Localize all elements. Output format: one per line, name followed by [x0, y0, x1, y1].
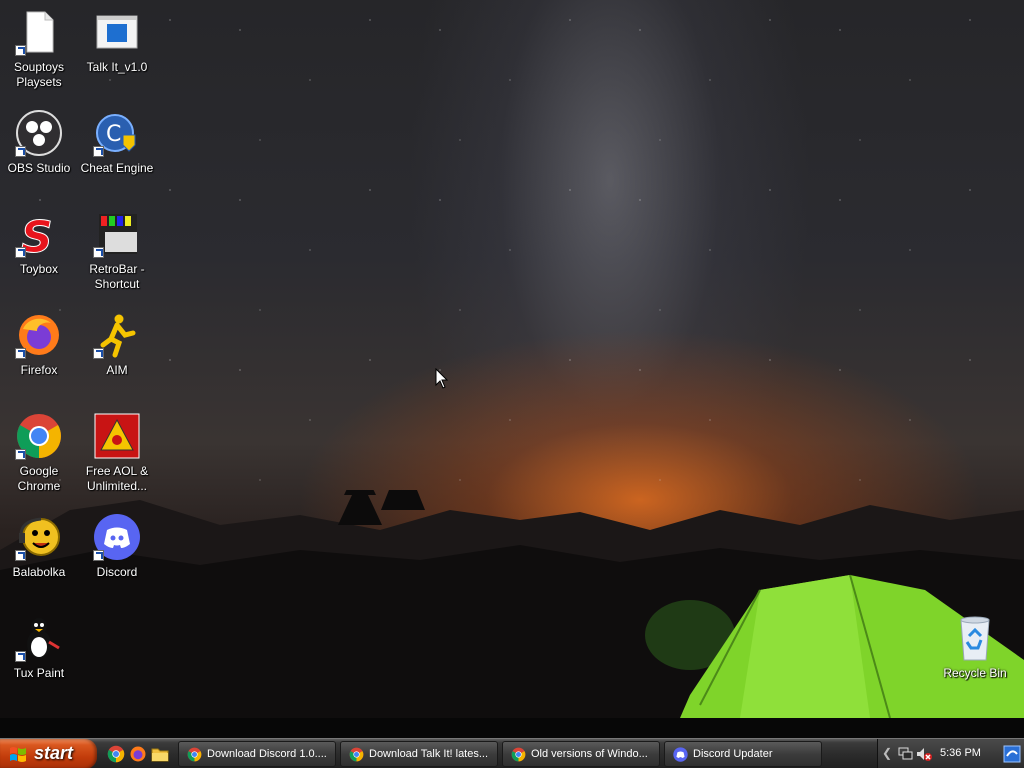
desktop-icon-label: Firefox: [20, 363, 58, 377]
action-center-icon[interactable]: [1003, 745, 1021, 763]
desktop-icon-free-aol[interactable]: Free AOL & Unlimited...: [78, 412, 156, 494]
shortcut-arrow-icon: [93, 247, 104, 258]
desktop-icon-label: Tux Paint: [13, 666, 65, 680]
desktop-icon-cheat-engine[interactable]: C Cheat Engine: [78, 109, 156, 176]
desktop-icon-label: RetroBar - Shortcut: [89, 262, 145, 291]
chrome-icon: [107, 745, 125, 763]
desktop-icon-label: Free AOL & Unlimited...: [85, 464, 149, 493]
shortcut-arrow-icon: [15, 651, 26, 662]
volume-muted-icon[interactable]: [916, 746, 932, 762]
windows-flag-icon: [10, 747, 26, 762]
aol-icon: [94, 413, 140, 459]
shortcut-arrow-icon: [15, 45, 26, 56]
shortcut-arrow-icon: [93, 146, 104, 157]
shortcut-arrow-icon: [15, 449, 26, 460]
shortcut-arrow-icon: [15, 146, 26, 157]
desktop-icon-label: Talk It_v1.0: [86, 60, 148, 74]
desktop-icon-balabolka[interactable]: Balabolka: [0, 513, 78, 580]
shortcut-arrow-icon: [15, 348, 26, 359]
svg-text:C: C: [106, 122, 121, 147]
quick-launch-chrome[interactable]: [107, 745, 125, 763]
window-app-icon: [96, 15, 138, 49]
chevron-left-icon[interactable]: ❮: [882, 746, 896, 760]
taskbar-button[interactable]: Discord Updater: [664, 741, 822, 767]
desktop-icon-label: Discord: [96, 565, 138, 579]
desktop-icon-obs-studio[interactable]: OBS Studio: [0, 109, 78, 176]
clock[interactable]: 5:36 PM: [940, 747, 981, 759]
start-button[interactable]: start: [0, 739, 97, 768]
taskbar-button-label: Download Talk It! lates...: [369, 748, 489, 760]
mouse-cursor-icon: [435, 368, 449, 389]
chrome-icon: [349, 747, 364, 762]
desktop-icon-souptoys[interactable]: Souptoys Playsets: [0, 8, 78, 90]
shortcut-arrow-icon: [93, 550, 104, 561]
firefox-icon: [130, 746, 146, 762]
desktop-icon-discord[interactable]: Discord: [78, 513, 156, 580]
desktop-icon-label: OBS Studio: [7, 161, 71, 175]
desktop-icon-toybox[interactable]: S Toybox: [0, 210, 78, 277]
system-tray: ❮ 5:36 PM: [877, 739, 1024, 768]
desktop-icon-label: Balabolka: [12, 565, 66, 579]
network-disconnected-icon[interactable]: [898, 746, 914, 762]
taskbar-button[interactable]: Download Discord 1.0....: [178, 741, 336, 767]
discord-icon: [673, 747, 688, 762]
desktop-icon-google-chrome[interactable]: Google Chrome: [0, 412, 78, 494]
quick-launch-explorer[interactable]: [151, 745, 169, 763]
desktop-icon-label: Recycle Bin: [943, 666, 1007, 680]
shortcut-arrow-icon: [15, 247, 26, 258]
desktop-icon-talk-it[interactable]: Talk It_v1.0: [78, 8, 156, 75]
taskbar-button[interactable]: Old versions of Windo...: [502, 741, 660, 767]
desktop-icon-label: Google Chrome: [17, 464, 61, 493]
start-label: start: [34, 743, 74, 763]
desktop-icon-label: Toybox: [19, 262, 59, 276]
shortcut-arrow-icon: [93, 348, 104, 359]
desktop-icon-label: Souptoys Playsets: [13, 60, 65, 89]
folder-icon: [151, 748, 169, 762]
shortcut-arrow-icon: [15, 550, 26, 561]
quick-launch-firefox[interactable]: [129, 745, 147, 763]
desktop-icon-tux-paint[interactable]: Tux Paint: [0, 614, 78, 681]
chrome-icon: [511, 747, 526, 762]
desktop-icon-aim[interactable]: AIM: [78, 311, 156, 378]
desktop[interactable]: Souptoys Playsets Talk It_v1.0 OBS Studi…: [0, 0, 1024, 738]
taskbar-button-label: Old versions of Windo...: [531, 748, 648, 760]
desktop-icon-label: AIM: [106, 363, 128, 377]
chrome-icon: [187, 747, 202, 762]
taskbar-button[interactable]: Download Talk It! lates...: [340, 741, 498, 767]
recycle-bin-icon: [960, 616, 990, 661]
taskbar-button-label: Download Discord 1.0....: [207, 748, 327, 760]
desktop-icon-retrobar[interactable]: RetroBar - Shortcut: [78, 210, 156, 292]
desktop-icon-recycle-bin[interactable]: Recycle Bin: [936, 614, 1014, 681]
desktop-icon-label: Cheat Engine: [80, 161, 154, 175]
taskbar-button-label: Discord Updater: [693, 748, 773, 760]
taskbar: start Download Discord 1.0.... Download …: [0, 738, 1024, 768]
desktop-icon-firefox[interactable]: Firefox: [0, 311, 78, 378]
